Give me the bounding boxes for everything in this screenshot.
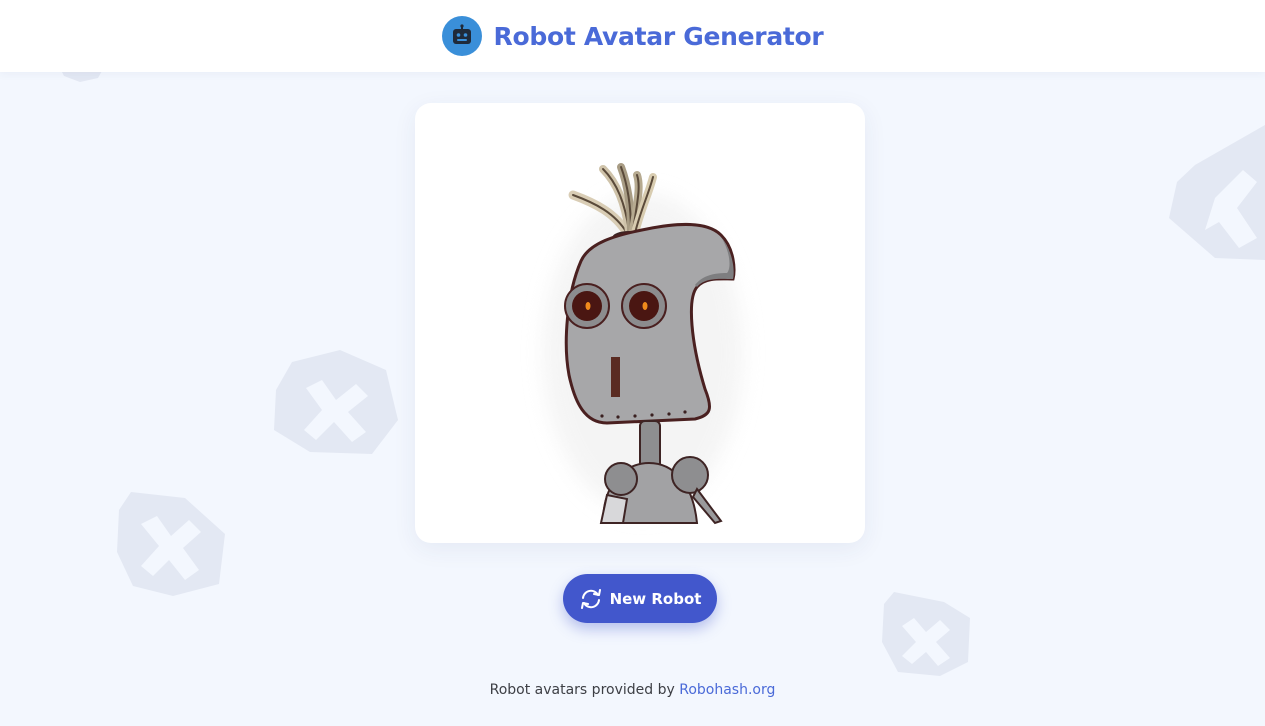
- avatar-card: [415, 103, 865, 543]
- background-shape-right: [1169, 125, 1265, 260]
- robohash-link[interactable]: Robohash.org: [679, 682, 775, 698]
- new-robot-button-label: New Robot: [609, 589, 702, 608]
- background-shape-bottom-right: [882, 592, 970, 676]
- new-robot-button[interactable]: New Robot: [563, 574, 717, 623]
- robot-avatar-image: [543, 163, 743, 525]
- background-shape-left-bottom: [117, 492, 225, 596]
- page-title: Robot Avatar Generator: [493, 21, 824, 51]
- refresh-icon: [579, 588, 603, 609]
- background-shape-left-middle: [274, 350, 398, 454]
- footer-prefix: Robot avatars provided by: [489, 682, 675, 698]
- robot-face-icon: [441, 16, 482, 56]
- app-header: Robot Avatar Generator: [0, 0, 1265, 72]
- footer-attribution: Robot avatars provided by Robohash.org: [0, 682, 1265, 698]
